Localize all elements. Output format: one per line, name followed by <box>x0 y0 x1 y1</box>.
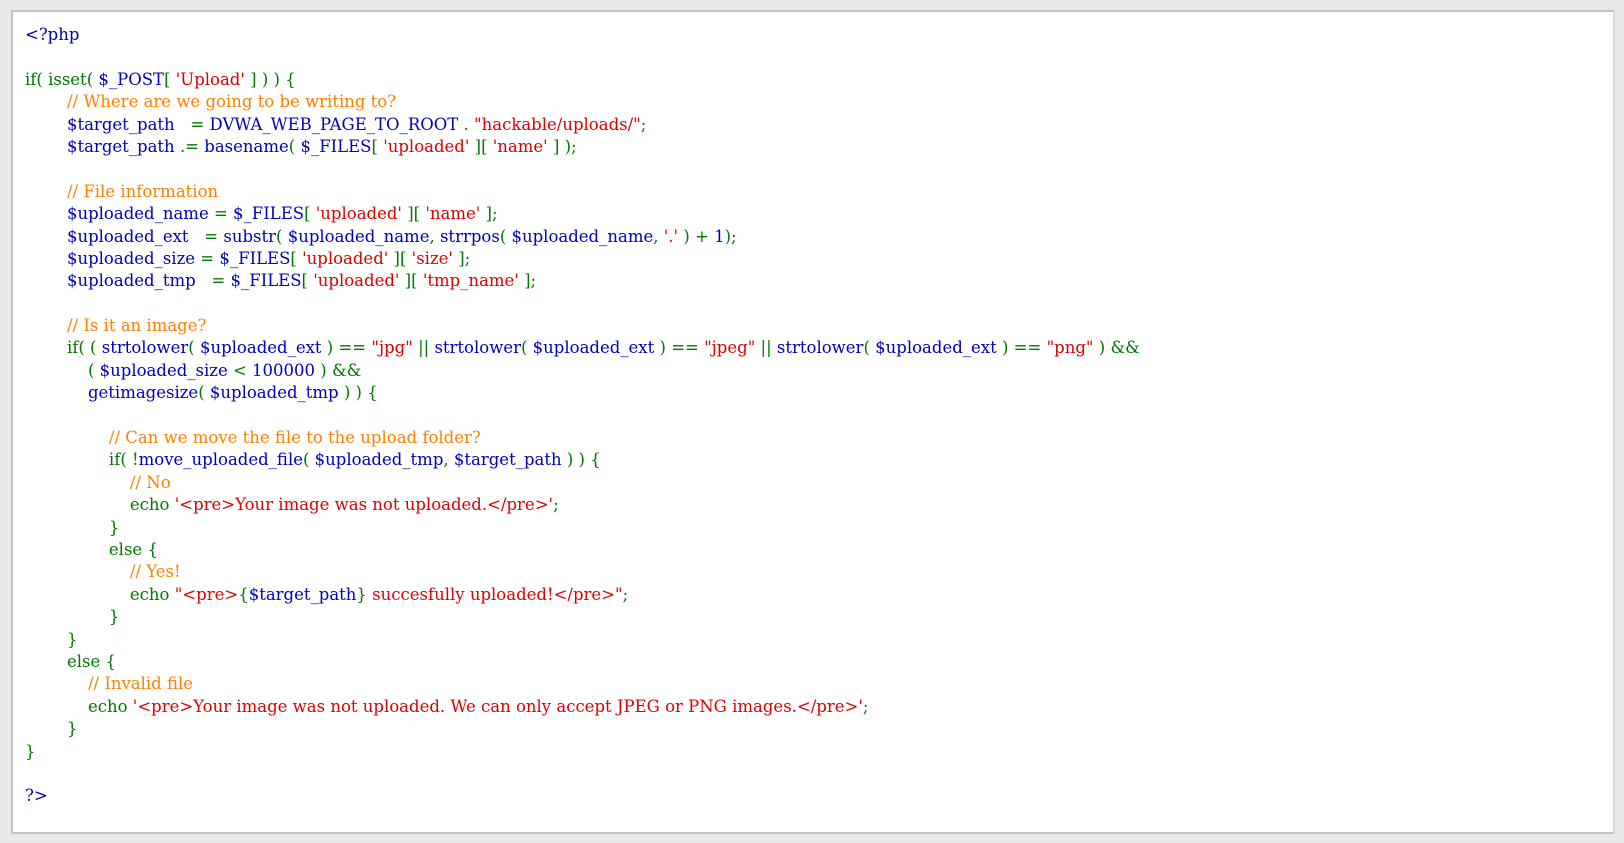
page-root: <?php if( isset( $_POST[ 'Upload' ] ) ) … <box>0 0 1624 843</box>
php-source-code[interactable]: <?php if( isset( $_POST[ 'Upload' ] ) ) … <box>13 12 1613 808</box>
code-line: // No <box>129 472 171 492</box>
code-line: if( !move_uploaded_file( $uploaded_tmp, … <box>108 450 601 470</box>
code-listing-frame: <?php if( isset( $_POST[ 'Upload' ] ) ) … <box>11 10 1615 834</box>
code-line: $uploaded_tmp = $_FILES[ 'uploaded' ][ '… <box>66 271 537 291</box>
code-line: if( ( strtolower( $uploaded_ext ) == "jp… <box>66 338 1140 358</box>
code-line: $uploaded_size = $_FILES[ 'uploaded' ][ … <box>66 248 471 268</box>
code-line: } <box>66 629 78 649</box>
code-line: $target_path = DVWA_WEB_PAGE_TO_ROOT . "… <box>66 114 647 134</box>
code-line: else { <box>66 651 116 671</box>
code-line: ?> <box>25 786 48 806</box>
code-line: echo "<pre>{$target_path} succesfully up… <box>129 584 629 604</box>
code-line: } <box>108 607 120 627</box>
code-line: ( $uploaded_size < 100000 ) && <box>87 360 362 380</box>
code-line: } <box>25 741 36 761</box>
code-line: } <box>108 517 120 537</box>
code-line: // Can we move the file to the upload fo… <box>108 428 481 448</box>
code-line: echo '<pre>Your image was not uploaded. … <box>87 696 869 716</box>
code-line: // Invalid file <box>87 674 194 694</box>
code-line: $uploaded_name = $_FILES[ 'uploaded' ][ … <box>66 204 498 224</box>
code-line: $target_path .= basename( $_FILES[ 'uplo… <box>66 136 577 156</box>
code-line: if( isset( $_POST[ 'Upload' ] ) ) { <box>25 69 296 89</box>
code-line: getimagesize( $uploaded_tmp ) ) { <box>87 383 378 403</box>
code-line: <?php <box>25 25 80 44</box>
code-line: $uploaded_ext = substr( $uploaded_name, … <box>66 226 737 246</box>
code-line: // Where are we going to be writing to? <box>66 92 397 112</box>
code-line: else { <box>108 539 158 559</box>
code-line: // Is it an image? <box>66 316 207 336</box>
code-line: // Yes! <box>129 562 181 582</box>
code-line: echo '<pre>Your image was not uploaded.<… <box>129 495 559 515</box>
code-line: } <box>66 719 78 739</box>
code-line: // File information <box>66 181 219 201</box>
